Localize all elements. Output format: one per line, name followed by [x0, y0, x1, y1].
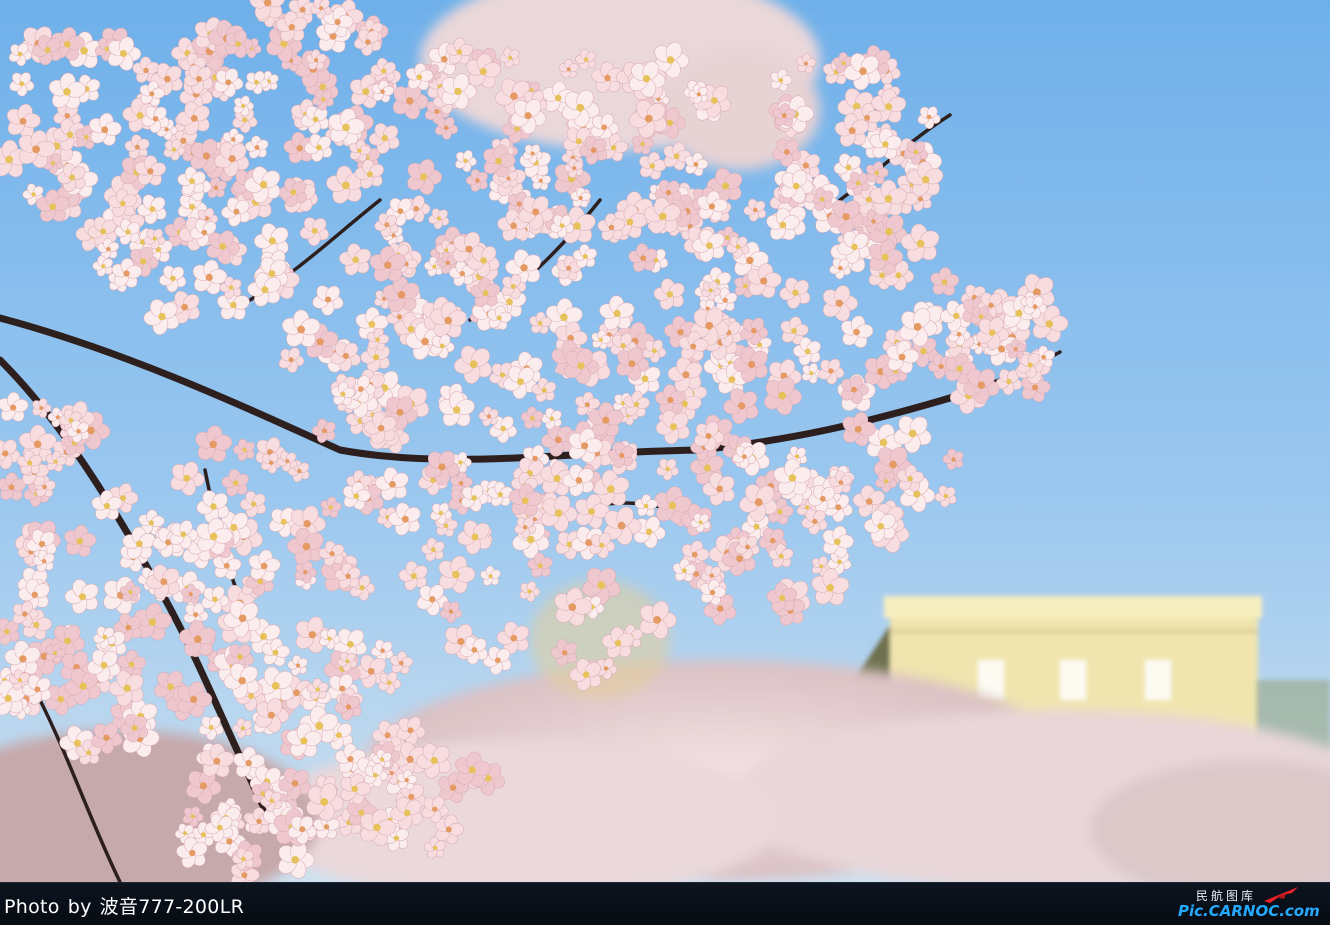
photo-credit-bar: Photo by 波音777-200LR 民航图库 Pic.CARNOC.com [0, 882, 1330, 925]
watermark-site: Pic.CARNOC.com [1178, 902, 1320, 920]
credit-prefix: Photo [4, 896, 60, 918]
credit-by: by [67, 896, 92, 918]
photo-credit: Photo by 波音777-200LR [4, 892, 244, 919]
credit-author: 波音777-200LR [99, 896, 245, 918]
photo-viewer: Photo by 波音777-200LR 民航图库 Pic.CARNOC.com [0, 0, 1330, 925]
cherry-blossom-photo [0, 0, 1330, 882]
